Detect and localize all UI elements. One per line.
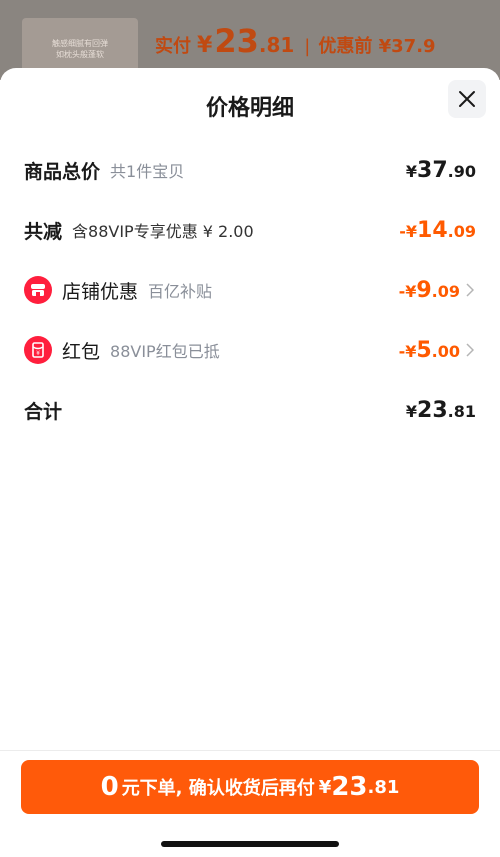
grand-total-amount: ¥ 23 .81 bbox=[406, 398, 476, 423]
row-red-packet[interactable]: ¥ 红包 88VIP红包已抵 -¥ 5 .00 bbox=[24, 330, 476, 370]
shop-icon bbox=[24, 276, 52, 304]
close-button[interactable] bbox=[448, 80, 486, 118]
currency: -¥ bbox=[398, 341, 417, 361]
grand-total-label: 合计 bbox=[24, 400, 63, 423]
cta-text: 元下单, 确认收货后再付 bbox=[121, 778, 315, 799]
red-packet-label: 红包 bbox=[62, 340, 101, 363]
shop-discount-amount: -¥ 9 .09 bbox=[399, 278, 460, 303]
red-packet-amount: -¥ 5 .00 bbox=[399, 338, 460, 363]
cta-currency: ¥ bbox=[318, 776, 332, 798]
chevron-right-icon bbox=[466, 280, 476, 300]
amount-decimal: .81 bbox=[447, 401, 476, 421]
red-packet-icon: ¥ bbox=[24, 336, 52, 364]
thumbnail-line-1: 触感细腻有回弹 bbox=[52, 39, 108, 48]
thumbnail-line-2: 如枕头般蓬软 bbox=[56, 50, 104, 59]
close-icon bbox=[459, 91, 475, 107]
sheet-title: 价格明细 bbox=[205, 96, 294, 121]
row-grand-total: 合计 ¥ 23 .81 bbox=[24, 390, 476, 430]
place-order-button[interactable]: 0 元下单, 确认收货后再付 ¥ 23 .81 bbox=[21, 760, 479, 814]
pay-integer: 23 bbox=[214, 22, 259, 60]
cta-integer: 23 bbox=[331, 772, 368, 802]
currency: -¥ bbox=[398, 281, 417, 301]
amount-decimal: .09 bbox=[431, 281, 460, 301]
red-packet-sub: 88VIP红包已抵 bbox=[110, 342, 220, 361]
chevron-right-icon bbox=[466, 340, 476, 360]
price-detail-sheet: 价格明细 商品总价 共1件宝贝 ¥ 37 .90 共减 含88VIP专享优惠 ¥… bbox=[0, 68, 500, 857]
cta-zero: 0 bbox=[100, 772, 119, 802]
amount-decimal: .00 bbox=[431, 341, 460, 361]
pay-currency: ¥ bbox=[197, 33, 213, 58]
pay-label: 实付 bbox=[155, 36, 191, 57]
pay-decimal: .81 bbox=[258, 33, 295, 57]
amount-decimal: .90 bbox=[447, 161, 476, 181]
amount-integer: 5 bbox=[416, 337, 432, 363]
amount-integer: 14 bbox=[417, 217, 448, 243]
amount-integer: 37 bbox=[417, 157, 448, 183]
amount-integer: 9 bbox=[416, 277, 432, 303]
currency: ¥ bbox=[405, 401, 418, 421]
item-count: 共1件宝贝 bbox=[110, 162, 185, 181]
vip-discount-note: 含88VIP专享优惠 ¥ 2.00 bbox=[72, 222, 254, 241]
background-price: 实付 ¥ 23 .81 | 优惠前 ¥37.9 bbox=[155, 22, 436, 60]
svg-text:¥: ¥ bbox=[36, 350, 40, 357]
reduction-label: 共减 bbox=[24, 220, 63, 243]
total-price-label: 商品总价 bbox=[24, 160, 101, 183]
shop-discount-sub: 百亿补贴 bbox=[148, 282, 213, 301]
shop-discount-label: 店铺优惠 bbox=[62, 280, 139, 303]
currency: -¥ bbox=[399, 221, 418, 241]
total-price-amount: ¥ 37 .90 bbox=[406, 158, 476, 183]
amount-integer: 23 bbox=[417, 397, 448, 423]
row-shop-discount[interactable]: 店铺优惠 百亿补贴 -¥ 9 .09 bbox=[24, 270, 476, 310]
amount-decimal: .09 bbox=[447, 221, 476, 241]
home-indicator[interactable] bbox=[161, 841, 339, 847]
row-total-reduction: 共减 含88VIP专享优惠 ¥ 2.00 -¥ 14 .09 bbox=[24, 210, 476, 250]
original-price: 优惠前 ¥37.9 bbox=[318, 36, 436, 57]
footer-divider bbox=[0, 750, 500, 751]
row-total-price: 商品总价 共1件宝贝 ¥ 37 .90 bbox=[24, 150, 476, 190]
reduction-amount: -¥ 14 .09 bbox=[399, 218, 476, 243]
cta-decimal: .81 bbox=[367, 776, 400, 798]
currency: ¥ bbox=[405, 161, 418, 181]
price-separator: | bbox=[304, 36, 311, 57]
